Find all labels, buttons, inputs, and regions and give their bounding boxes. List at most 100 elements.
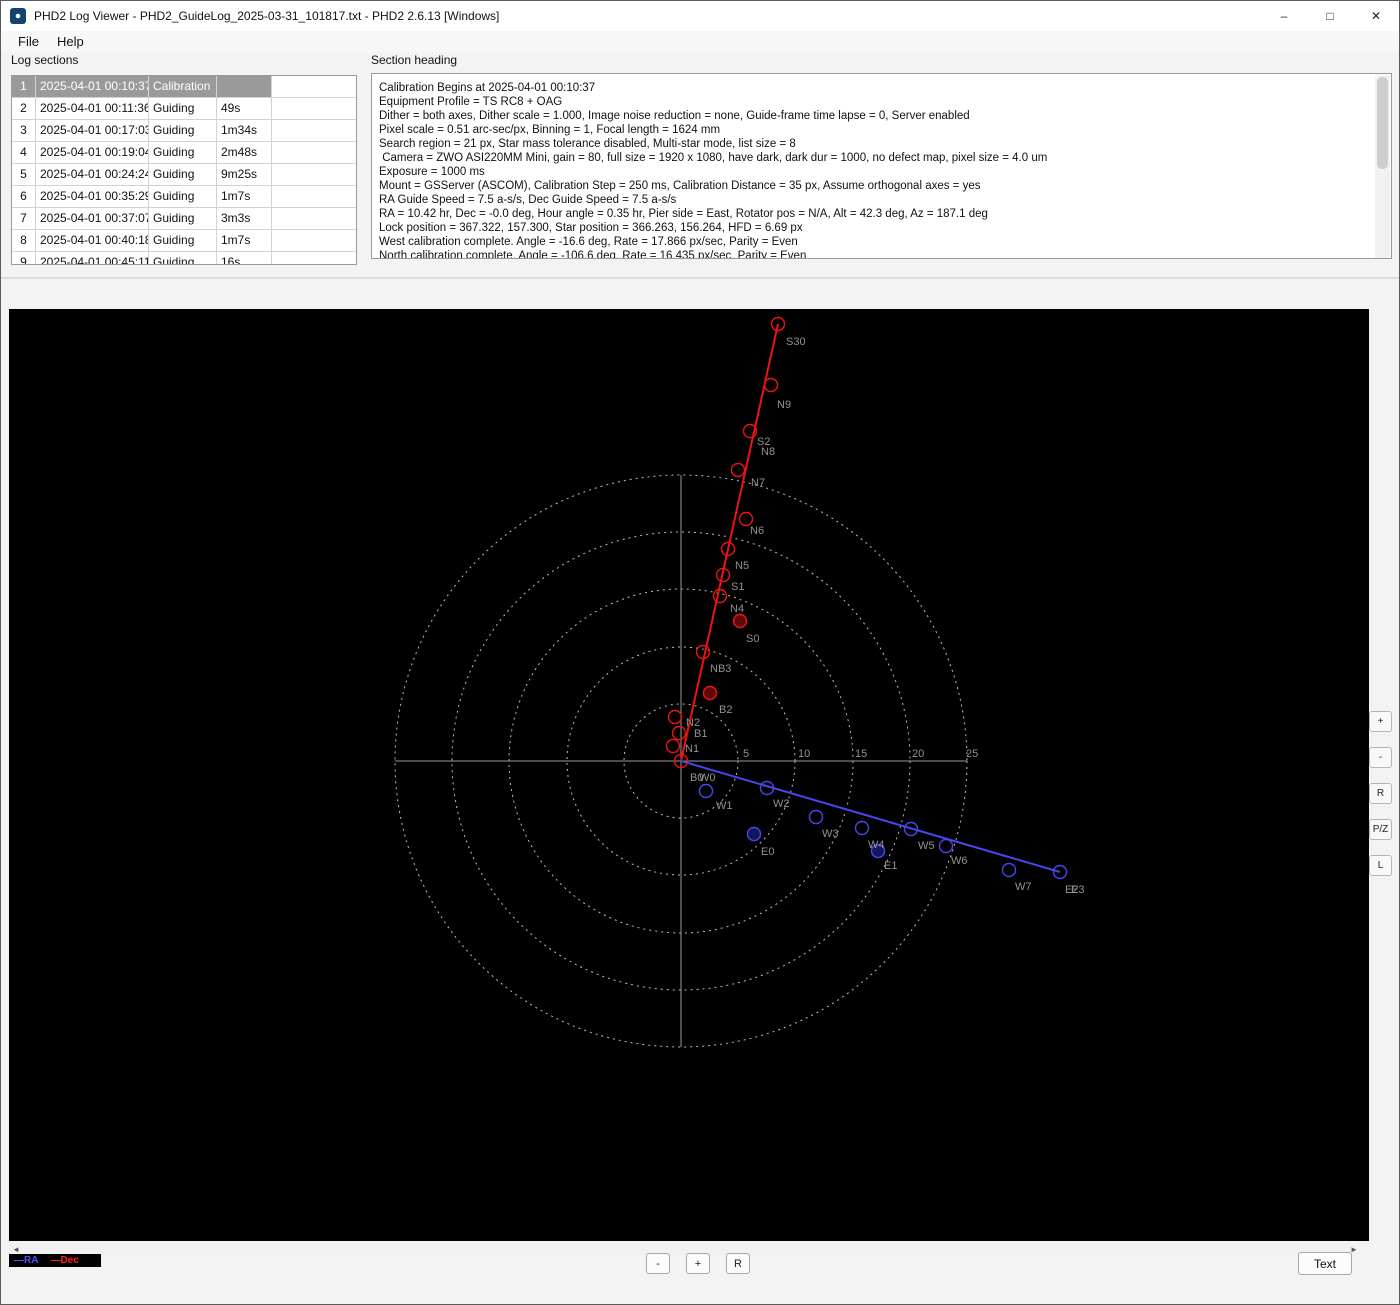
window-controls: – □ ✕ [1261, 1, 1399, 31]
plot-point-dec [671, 725, 687, 741]
log-cell-dur [217, 76, 272, 98]
plot-point-label: W1 [716, 800, 733, 812]
log-cell-dur: 1m34s [217, 120, 272, 142]
plot-point-label: W2 [773, 798, 790, 810]
plot-point-label: N7 [751, 477, 765, 489]
log-cell-fill [272, 208, 356, 230]
log-cell-fill [272, 120, 356, 142]
plot-point-label: W4 [868, 839, 885, 851]
heading-line: West calibration complete. Angle = -16.6… [379, 236, 798, 248]
log-cell-dur: 1m7s [217, 186, 272, 208]
window-title: PHD2 Log Viewer - PHD2_GuideLog_2025-03-… [34, 9, 500, 23]
plot-point-ra [938, 838, 954, 854]
log-cell-type: Guiding [149, 120, 217, 142]
plot-point-label: S30 [786, 336, 806, 348]
plot-point-dec [712, 588, 728, 604]
heading-line: Camera = ZWO ASI220MM Mini, gain = 80, f… [379, 152, 1048, 164]
section-heading-label: Section heading [371, 53, 458, 67]
legend-ra: —RA [14, 1255, 39, 1266]
side-button-pan-zoom[interactable]: P/Z [1369, 819, 1392, 840]
plot-point-label: B1 [694, 728, 707, 740]
panel-splitter[interactable] [1, 277, 1399, 279]
side-button-lock[interactable]: L [1369, 855, 1392, 876]
section-heading-text: Calibration Begins at 2025-04-01 00:10:3… [379, 81, 1373, 259]
log-cell-dur: 9m25s [217, 164, 272, 186]
app-icon [10, 8, 26, 24]
side-button-zoom-out[interactable]: - [1369, 747, 1392, 768]
ra-calibration-line [680, 760, 1061, 873]
side-button-zoom-in[interactable]: + [1369, 711, 1392, 732]
calibration-plot[interactable]: 5 10 15 20 25 S30 N9 S2 N8 N7 N6 N5 S1 N4 S0 NB3 B2 N2 B1 N… [9, 309, 1369, 1241]
plot-point-label: N8 [761, 446, 775, 458]
plot-point-dec [667, 709, 683, 725]
log-cell-num: 8 [12, 230, 36, 252]
menu-item-file[interactable]: File [9, 33, 48, 50]
plot-point-label: E0 [761, 846, 774, 858]
log-cell-dur: 1m7s [217, 230, 272, 252]
log-cell-num: 4 [12, 142, 36, 164]
plot-point-label: N4 [730, 603, 744, 615]
plot-point-label: W7 [1015, 881, 1032, 893]
log-section-row-5[interactable]: 5 2025-04-01 00:24:24 Guiding 9m25s [12, 164, 356, 186]
log-cell-num: 7 [12, 208, 36, 230]
log-cell-num: 3 [12, 120, 36, 142]
calibration-plot-svg: 5 10 15 20 25S30N9S2N8N7N6N5S1N4S0NB3B2N2B1N… [394, 316, 1084, 1048]
heading-line: Exposure = 1000 ms [379, 166, 485, 178]
bottom-button-plus[interactable]: + [686, 1253, 710, 1274]
log-section-row-4[interactable]: 4 2025-04-01 00:19:04 Guiding 2m48s [12, 142, 356, 164]
log-cell-num: 2 [12, 98, 36, 120]
log-section-row-3[interactable]: 3 2025-04-01 00:17:03 Guiding 1m34s [12, 120, 356, 142]
log-cell-type: Guiding [149, 186, 217, 208]
log-cell-type: Guiding [149, 142, 217, 164]
log-section-row-8[interactable]: 8 2025-04-01 00:40:18 Guiding 1m7s [12, 230, 356, 252]
plot-point-label: N6 [750, 525, 764, 537]
log-sections-table[interactable]: 1 2025-04-01 00:10:37 Calibration 2 2025-04-… [11, 75, 357, 265]
plot-point-label: W6 [951, 855, 968, 867]
bottom-button-reset[interactable]: R [726, 1253, 750, 1274]
bottom-button-minus[interactable]: - [646, 1253, 670, 1274]
phd2-log-viewer-window: PHD2 Log Viewer - PHD2_GuideLog_2025-03-… [0, 0, 1400, 1305]
plot-point-label: E3 [1071, 884, 1084, 896]
log-cell-dur: 49s [217, 98, 272, 120]
heading-scrollbar-thumb[interactable] [1377, 77, 1388, 169]
heading-line: Equipment Profile = TS RC8 + OAG [379, 96, 563, 108]
log-cell-type: Calibration [149, 76, 217, 98]
log-cell-dt: 2025-04-01 00:11:36 [36, 98, 149, 120]
plot-tick-label: 25 [966, 748, 978, 760]
log-cell-num: 6 [12, 186, 36, 208]
legend-dec: —Dec [50, 1255, 79, 1266]
menu-item-help[interactable]: Help [48, 33, 93, 50]
log-cell-type: Guiding [149, 98, 217, 120]
plot-point-ra [854, 820, 870, 836]
minimize-button[interactable]: – [1261, 1, 1307, 31]
log-cell-dt: 2025-04-01 00:17:03 [36, 120, 149, 142]
log-cell-num: 5 [12, 164, 36, 186]
log-cell-num: 9 [12, 252, 36, 264]
plot-point-ra [698, 783, 714, 799]
log-section-row-1[interactable]: 1 2025-04-01 00:10:37 Calibration [12, 76, 356, 98]
log-cell-dur: 2m48s [217, 142, 272, 164]
heading-scrollbar[interactable] [1375, 75, 1390, 258]
plot-bottom-buttons: - + R [646, 1253, 750, 1274]
plot-point-dec [730, 462, 746, 478]
maximize-button[interactable]: □ [1307, 1, 1353, 31]
plot-point-dec [702, 685, 718, 701]
log-cell-fill [272, 230, 356, 252]
log-cell-fill [272, 164, 356, 186]
log-cell-type: Guiding [149, 208, 217, 230]
plot-legend: —RA —Dec [9, 1254, 101, 1267]
log-section-row-2[interactable]: 2 2025-04-01 00:11:36 Guiding 49s [12, 98, 356, 120]
log-section-row-9[interactable]: 9 2025-04-01 00:45:11 Guiding 16s [12, 252, 356, 264]
side-button-reset[interactable]: R [1369, 783, 1392, 804]
plot-point-ra [746, 826, 762, 842]
log-section-row-6[interactable]: 6 2025-04-01 00:35:29 Guiding 1m7s [12, 186, 356, 208]
plot-point-label: S1 [731, 581, 744, 593]
log-cell-type: Guiding [149, 164, 217, 186]
log-cell-dt: 2025-04-01 00:37:07 [36, 208, 149, 230]
close-button[interactable]: ✕ [1353, 1, 1399, 31]
text-view-button[interactable]: Text [1298, 1252, 1352, 1275]
log-section-row-7[interactable]: 7 2025-04-01 00:37:07 Guiding 3m3s [12, 208, 356, 230]
plot-point-label: W5 [918, 840, 935, 852]
log-cell-dt: 2025-04-01 00:19:04 [36, 142, 149, 164]
heading-line: North calibration complete. Angle = -106… [379, 250, 807, 259]
